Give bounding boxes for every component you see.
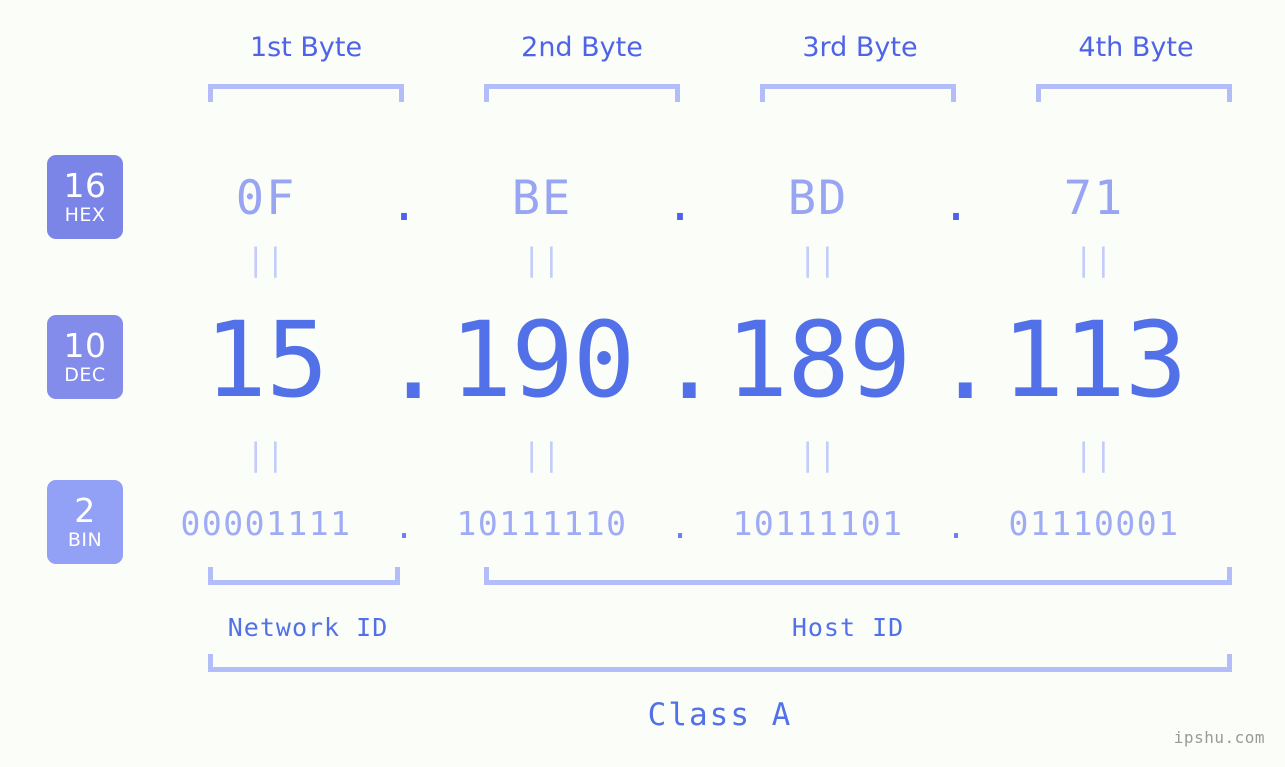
byte-header-3: 3rd Byte [802, 32, 918, 63]
network-id-label: Network ID [227, 613, 389, 642]
bin-separator-2: . [670, 506, 690, 546]
byte-header-2: 2nd Byte [521, 32, 643, 63]
dec-octet-1: 15 [204, 299, 328, 421]
dec-octet-4: 113 [1001, 299, 1188, 421]
hex-octet-3: BD [787, 170, 849, 226]
byte-bracket-2 [484, 84, 680, 102]
equality-mark-4: || [1074, 242, 1114, 278]
byte-header-4: 4th Byte [1078, 32, 1194, 63]
dec-value-row: 15 . 190 . 189 . 113 [150, 296, 1255, 424]
equality-mark-5: || [246, 437, 286, 473]
equality-mark-8: || [1074, 437, 1114, 473]
bin-octet-1: 00001111 [180, 503, 352, 543]
bin-separator-3: . [946, 506, 966, 546]
base-badge-bin-number: 2 [74, 491, 96, 530]
bin-value-row: 00001111 . 10111110 . 10111101 . 0111000… [150, 492, 1255, 554]
bin-octet-4: 01110001 [1008, 503, 1180, 543]
equality-mark-3: || [798, 242, 838, 278]
base-badge-dec-name: DEC [64, 364, 106, 386]
ip-address-breakdown-diagram: 1st Byte 2nd Byte 3rd Byte 4th Byte 16 H… [0, 0, 1285, 767]
dec-separator-1: . [382, 301, 445, 423]
base-badge-hex-number: 16 [63, 166, 107, 205]
dec-separator-2: . [658, 301, 721, 423]
base-badge-hex: 16 HEX [47, 155, 123, 239]
base-badge-dec: 10 DEC [47, 315, 123, 399]
hex-separator-2: . [665, 176, 695, 232]
bin-octet-2: 10111110 [456, 503, 628, 543]
host-id-bracket [484, 567, 1232, 585]
base-badge-bin: 2 BIN [47, 480, 123, 564]
byte-bracket-1 [208, 84, 404, 102]
dec-octet-3: 189 [725, 299, 912, 421]
class-label: Class A [647, 697, 793, 733]
hex-octet-4: 71 [1063, 170, 1125, 226]
base-badge-bin-name: BIN [67, 529, 103, 551]
equality-row-dec-bin: || || || || [150, 440, 1255, 471]
base-badge-hex-name: HEX [64, 204, 106, 226]
hex-value-row: 0F . BE . BD . 71 [150, 152, 1255, 244]
network-id-bracket [208, 567, 400, 585]
bin-separator-1: . [394, 506, 414, 546]
hex-separator-3: . [941, 176, 971, 232]
equality-mark-1: || [246, 242, 286, 278]
byte-bracket-3 [760, 84, 956, 102]
hex-separator-1: . [389, 176, 419, 232]
site-watermark: ipshu.com [1173, 728, 1265, 747]
base-badge-dec-number: 10 [63, 326, 107, 365]
host-id-label: Host ID [791, 613, 905, 642]
byte-bracket-4 [1036, 84, 1232, 102]
equality-mark-2: || [522, 242, 562, 278]
bin-octet-3: 10111101 [732, 503, 904, 543]
equality-mark-7: || [798, 437, 838, 473]
hex-octet-1: 0F [235, 170, 297, 226]
equality-row-hex-dec: || || || || [150, 245, 1255, 276]
class-bracket [208, 654, 1232, 672]
byte-header-1: 1st Byte [249, 32, 363, 63]
hex-octet-2: BE [511, 170, 573, 226]
dec-octet-2: 190 [449, 299, 636, 421]
dec-separator-3: . [934, 301, 997, 423]
equality-mark-6: || [522, 437, 562, 473]
